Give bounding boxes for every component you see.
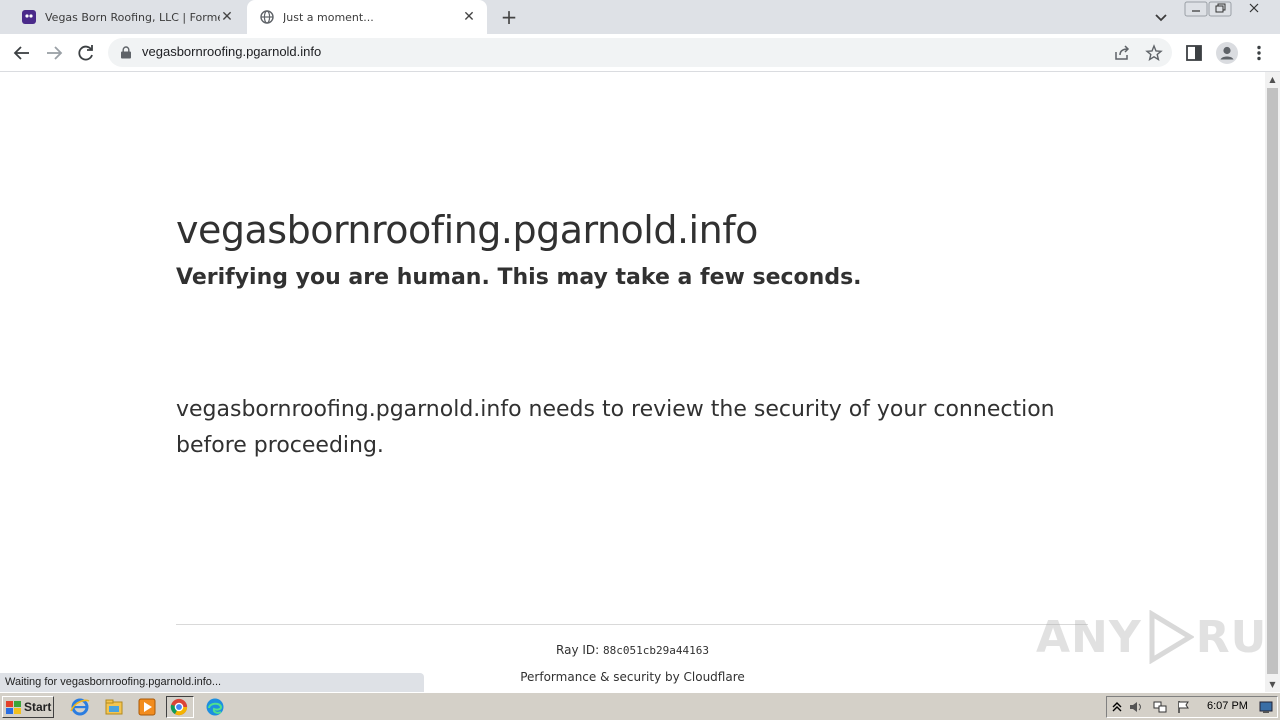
security-review-text: vegasbornroofing.pgarnold.info needs to … (176, 397, 1055, 458)
play-triangle-icon (1149, 610, 1194, 664)
lock-icon[interactable] (120, 46, 132, 59)
forward-arrow-icon[interactable] (43, 42, 65, 64)
chevron-down-icon[interactable] (1152, 8, 1170, 26)
clock[interactable]: 6:07 PM (1207, 700, 1248, 712)
chrome-icon (170, 698, 188, 716)
more-options-icon[interactable] (1249, 43, 1269, 63)
chrome-taskbar-button[interactable] (166, 696, 194, 718)
formester-favicon-icon (22, 10, 36, 24)
windows-logo-icon (6, 700, 21, 714)
tab-title: Vegas Born Roofing, LLC | Formester (45, 10, 220, 24)
vertical-scrollbar[interactable]: ▲ ▼ (1265, 72, 1280, 692)
tab-title: Just a moment... (283, 10, 374, 24)
reload-icon[interactable] (75, 42, 97, 64)
bookmark-star-icon[interactable] (1145, 44, 1163, 62)
taskbar: Start 6:07 PM (0, 692, 1280, 720)
tab-just-a-moment[interactable]: Just a moment... ✕ (247, 0, 487, 34)
action-center-flag-icon[interactable] (1177, 700, 1191, 714)
share-icon[interactable] (1113, 44, 1131, 62)
volume-icon[interactable] (1129, 700, 1143, 714)
profile-avatar-icon[interactable] (1215, 41, 1239, 65)
verification-subtitle: Verifying you are human. This may take a… (176, 265, 862, 290)
browser-toolbar: vegasbornroofing.pgarnold.info (0, 34, 1280, 72)
scroll-up-icon[interactable]: ▲ (1265, 72, 1280, 87)
show-desktop-icon[interactable] (1259, 700, 1273, 714)
start-button[interactable]: Start (2, 696, 54, 718)
page-viewport: vegasbornroofing.pgarnold.info Verifying… (0, 72, 1280, 692)
anyrun-watermark: ANY RUN (1036, 610, 1280, 664)
file-explorer-icon[interactable] (104, 697, 124, 717)
minimize-icon[interactable] (1184, 1, 1208, 17)
ray-id-label: Ray ID: (556, 643, 600, 657)
globe-icon (260, 10, 274, 24)
media-player-icon[interactable] (137, 697, 157, 717)
new-tab-button[interactable]: + (498, 6, 520, 28)
network-icon[interactable] (1153, 700, 1167, 714)
internet-explorer-icon[interactable] (70, 697, 90, 717)
side-panel-icon[interactable] (1184, 43, 1204, 63)
footer-divider (176, 624, 1088, 625)
edge-icon[interactable] (205, 697, 225, 717)
watermark-left: ANY (1036, 611, 1142, 663)
back-arrow-icon[interactable] (11, 42, 33, 64)
status-bubble: Waiting for vegasbornroofing.pgarnold.in… (0, 673, 424, 692)
start-label: Start (24, 700, 52, 714)
tab-strip: Vegas Born Roofing, LLC | Formester ✕ Ju… (0, 0, 1280, 34)
tab-close-icon[interactable]: ✕ (219, 9, 235, 25)
page-title: vegasbornroofing.pgarnold.info (176, 208, 758, 252)
url-text[interactable]: vegasbornroofing.pgarnold.info (142, 44, 321, 59)
restore-icon[interactable] (1208, 1, 1232, 17)
scrollbar-thumb[interactable] (1267, 88, 1278, 674)
show-hidden-icons-icon[interactable] (1110, 700, 1124, 714)
tab-vegas-born-roofing[interactable]: Vegas Born Roofing, LLC | Formester ✕ (8, 0, 245, 34)
close-window-icon[interactable] (1242, 1, 1266, 17)
tab-close-icon[interactable]: ✕ (461, 9, 477, 25)
ray-id-value: 88c051cb29a44163 (603, 644, 709, 657)
scroll-down-icon[interactable]: ▼ (1265, 677, 1280, 692)
system-tray: 6:07 PM (1106, 696, 1278, 718)
address-bar[interactable]: vegasbornroofing.pgarnold.info (108, 38, 1172, 67)
